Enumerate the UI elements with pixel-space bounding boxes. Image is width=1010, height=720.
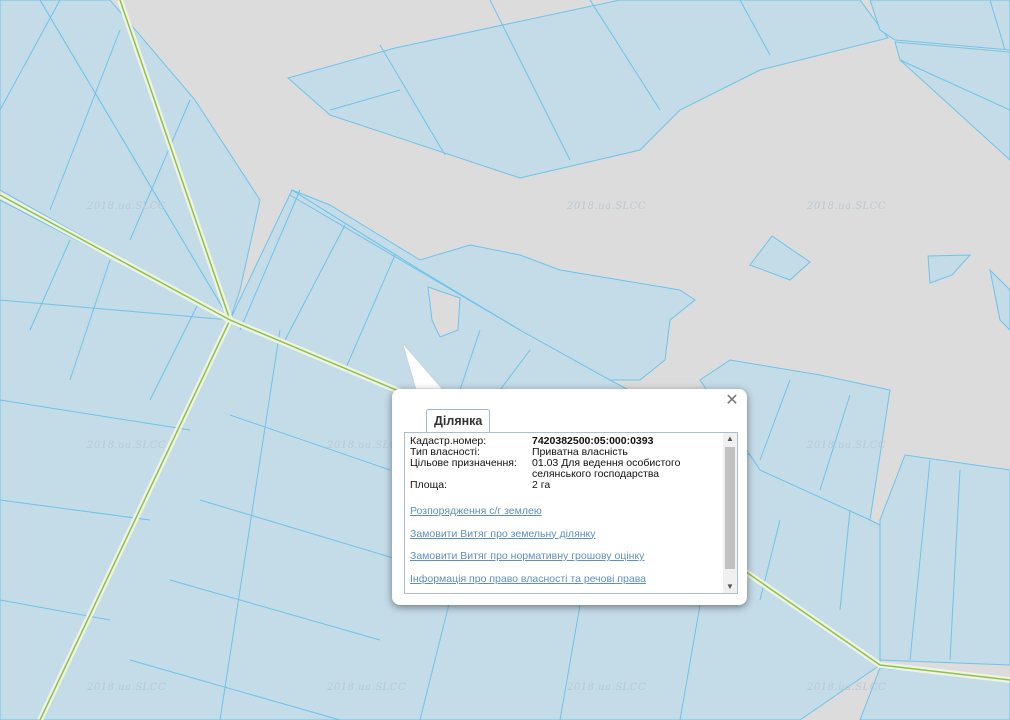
link-order-extract-parcel[interactable]: Замовити Витяг про земельну ділянку — [410, 528, 646, 541]
popup-scrollbar[interactable]: ▲ ▼ — [723, 433, 737, 593]
cadastral-map[interactable] — [0, 0, 1010, 720]
scroll-thumb[interactable] — [725, 447, 735, 569]
scroll-down-icon[interactable]: ▼ — [723, 581, 737, 593]
popup-content: Кадастр.номер: 7420382500:05:000:0393 Ти… — [404, 432, 738, 594]
link-ownership-info[interactable]: Інформація про право власності та речові… — [410, 573, 646, 586]
purpose-value: 01.03 Для ведення особистого селянського… — [532, 457, 681, 480]
scroll-up-icon[interactable]: ▲ — [723, 433, 737, 445]
field-label: Цільове призначення: — [410, 457, 517, 469]
tab-parcel[interactable]: Ділянка — [426, 409, 491, 432]
parcel-area-right-lower — [879, 454, 1010, 666]
popup-links: Розпорядження с/г землею Замовити Витяг … — [410, 505, 646, 593]
field-label: Площа: — [410, 479, 448, 491]
parcel-info-table: Кадастр.номер: 7420382500:05:000:0393 Ти… — [410, 436, 710, 491]
link-order-extract-valuation[interactable]: Замовити Витяг про нормативну грошову оц… — [410, 550, 646, 563]
close-icon[interactable]: ✕ — [725, 393, 739, 409]
info-row-area: Площа: 2 га — [410, 480, 710, 491]
info-row-purpose: Цільове призначення: 01.03 Для ведення о… — [410, 458, 710, 480]
area-value: 2 га — [532, 479, 551, 491]
parcel-popup: ✕ Ділянка Кадастр.номер: 7420382500:05:0… — [392, 389, 747, 605]
link-land-management[interactable]: Розпорядження с/г землею — [410, 505, 646, 518]
